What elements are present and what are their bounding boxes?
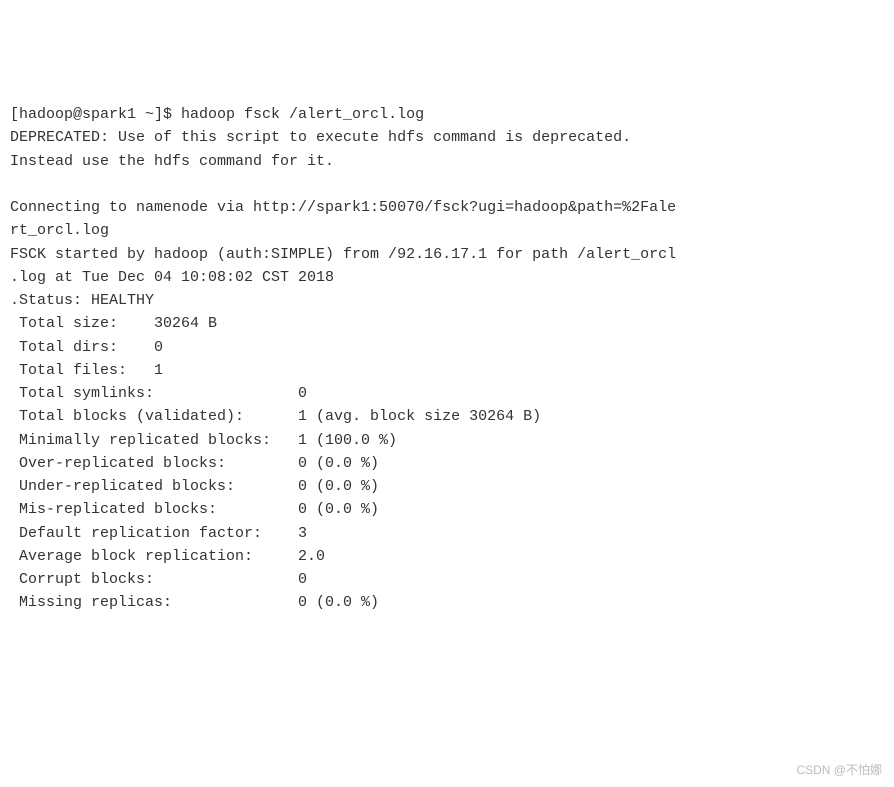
stat-missing: Missing replicas: 0 (0.0 %) bbox=[10, 594, 379, 611]
status-line: .Status: HEALTHY bbox=[10, 292, 154, 309]
stat-def-repl: Default replication factor: 3 bbox=[10, 525, 307, 542]
command-input[interactable]: hadoop fsck /alert_orcl.log bbox=[181, 106, 424, 123]
stat-total-size: Total size: 30264 B bbox=[10, 315, 217, 332]
stat-corrupt: Corrupt blocks: 0 bbox=[10, 571, 307, 588]
output-line: Connecting to namenode via http://spark1… bbox=[10, 199, 676, 216]
stat-total-blocks: Total blocks (validated): 1 (avg. block … bbox=[10, 408, 541, 425]
output-line: DEPRECATED: Use of this script to execut… bbox=[10, 129, 631, 146]
watermark-text: CSDN @不怕娜 bbox=[796, 761, 882, 780]
output-line: FSCK started by hadoop (auth:SIMPLE) fro… bbox=[10, 246, 676, 263]
stat-avg-repl: Average block replication: 2.0 bbox=[10, 548, 325, 565]
terminal-output: [hadoop@spark1 ~]$ hadoop fsck /alert_or… bbox=[10, 103, 884, 615]
stat-under-repl: Under-replicated blocks: 0 (0.0 %) bbox=[10, 478, 379, 495]
stat-mis-repl: Mis-replicated blocks: 0 (0.0 %) bbox=[10, 501, 379, 518]
stat-total-dirs: Total dirs: 0 bbox=[10, 339, 163, 356]
output-line: .log at Tue Dec 04 10:08:02 CST 2018 bbox=[10, 269, 334, 286]
stat-min-repl: Minimally replicated blocks: 1 (100.0 %) bbox=[10, 432, 397, 449]
stat-total-files: Total files: 1 bbox=[10, 362, 163, 379]
output-line: Instead use the hdfs command for it. bbox=[10, 153, 334, 170]
output-line: rt_orcl.log bbox=[10, 222, 109, 239]
shell-prompt: [hadoop@spark1 ~]$ bbox=[10, 106, 181, 123]
stat-over-repl: Over-replicated blocks: 0 (0.0 %) bbox=[10, 455, 379, 472]
stat-total-symlinks: Total symlinks: 0 bbox=[10, 385, 307, 402]
